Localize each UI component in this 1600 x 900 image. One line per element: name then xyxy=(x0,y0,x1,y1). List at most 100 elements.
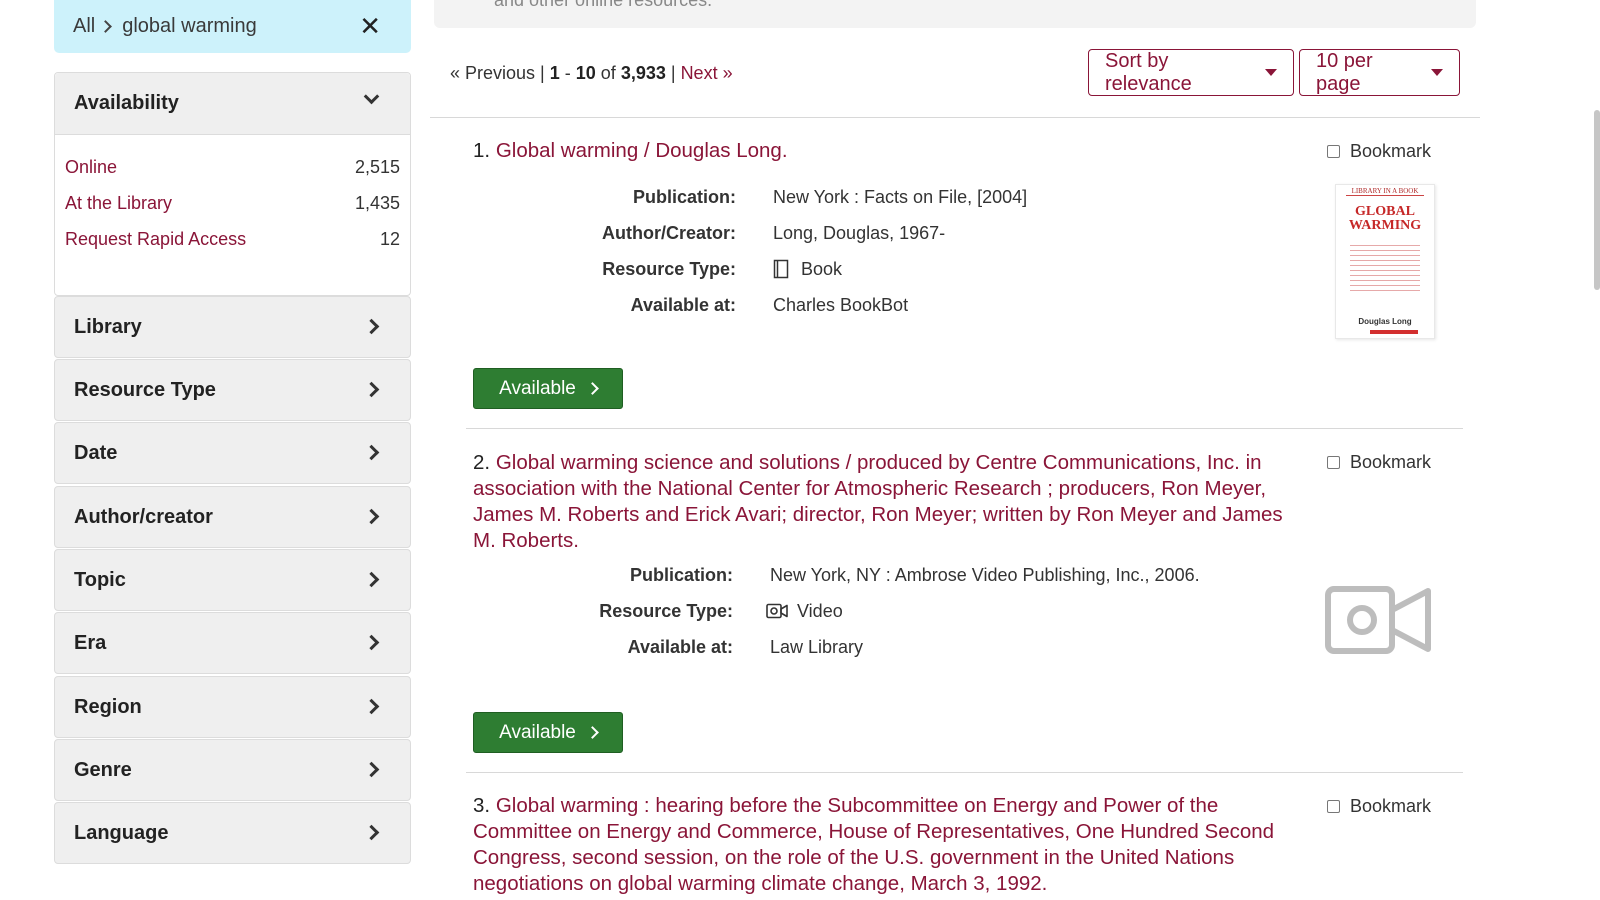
facet-label: Resource Type xyxy=(74,378,216,401)
facet-author-creator[interactable]: Author/creator xyxy=(54,486,411,548)
meta-value: Long, Douglas, 1967- xyxy=(773,222,946,243)
facet-header-library[interactable]: Library xyxy=(55,297,410,357)
facet-label: Library xyxy=(74,315,142,338)
availability-rapid-access-link[interactable]: Request Rapid Access xyxy=(65,229,246,250)
breadcrumb-query: global warming xyxy=(122,15,257,37)
caret-down-icon xyxy=(1431,69,1443,76)
facet-header-era[interactable]: Era xyxy=(55,613,410,673)
result-title: 3. Global warming : hearing before the S… xyxy=(473,793,1295,897)
chevron-right-icon xyxy=(363,824,380,841)
availability-option: Online 2,515 xyxy=(65,149,400,185)
facet-availability: Availability Online 2,515 At the Library… xyxy=(54,72,411,296)
facet-header-resource-type[interactable]: Resource Type xyxy=(55,360,410,420)
availability-online-link[interactable]: Online xyxy=(65,157,117,178)
chevron-right-icon xyxy=(586,382,599,395)
facet-label: Date xyxy=(74,441,118,464)
breadcrumb-root[interactable]: All xyxy=(73,15,95,38)
next-link[interactable]: Next » xyxy=(681,63,733,83)
per-page-dropdown[interactable]: 10 per page xyxy=(1299,49,1460,96)
result-metadata: Publication: New York : Facts on File, [2… xyxy=(560,179,1027,323)
pagination: « Previous | 1 - 10 of 3,933 | Next » xyxy=(450,63,733,83)
availability-count: 2,515 xyxy=(354,156,400,177)
result-title: 2. Global warming science and solutions … xyxy=(473,450,1295,554)
bookmark-checkbox[interactable] xyxy=(1327,800,1340,813)
facet-label: Era xyxy=(74,631,107,654)
total-count: 3,933 xyxy=(620,63,666,83)
availability-option: Request Rapid Access 12 xyxy=(65,221,400,257)
facet-header-language[interactable]: Language xyxy=(55,803,410,863)
bookmark-toggle[interactable]: Bookmark xyxy=(1327,141,1431,162)
cover-series: LIBRARY IN A BOOK xyxy=(1346,187,1424,196)
meta-value: Book xyxy=(801,258,843,279)
bookmark-checkbox[interactable] xyxy=(1327,145,1340,158)
bookmark-label: Bookmark xyxy=(1350,141,1432,161)
facet-date[interactable]: Date xyxy=(54,422,411,484)
result-title-link[interactable]: Global warming / Douglas Long. xyxy=(496,139,788,162)
meta-label: Available at: xyxy=(627,636,733,657)
chevron-right-icon xyxy=(363,508,380,525)
facet-label: Genre xyxy=(74,758,132,781)
result-number: 3. xyxy=(473,794,491,817)
result-metadata: Publication: New York, NY : Ambrose Video… xyxy=(560,557,1200,665)
meta-label: Publication: xyxy=(630,564,733,585)
availability-library-link[interactable]: At the Library xyxy=(65,193,172,214)
facet-header-topic[interactable]: Topic xyxy=(55,550,410,610)
meta-label: Resource Type: xyxy=(602,258,736,279)
sort-dropdown[interactable]: Sort by relevance xyxy=(1088,49,1294,96)
facet-region[interactable]: Region xyxy=(54,676,411,738)
of-label: of xyxy=(600,63,616,83)
range-end: 10 xyxy=(575,63,596,83)
chevron-right-icon xyxy=(99,20,113,33)
facet-resource-type[interactable]: Resource Type xyxy=(54,359,411,421)
availability-count: 12 xyxy=(379,228,400,249)
available-label: Available xyxy=(499,377,576,399)
bookmark-toggle[interactable]: Bookmark xyxy=(1327,452,1431,473)
book-cover-thumbnail[interactable]: LIBRARY IN A BOOK GLOBAL WARMING Douglas… xyxy=(1335,184,1435,339)
facet-label: Topic xyxy=(74,568,126,591)
facet-topic[interactable]: Topic xyxy=(54,549,411,611)
facet-label: Availability xyxy=(74,92,179,114)
facet-era[interactable]: Era xyxy=(54,612,411,674)
facet-label: Author/creator xyxy=(74,505,213,528)
facet-header-availability[interactable]: Availability xyxy=(55,73,410,135)
meta-value: Charles BookBot xyxy=(773,294,909,315)
result-title-link[interactable]: Global warming science and solutions / p… xyxy=(473,451,1283,552)
chevron-right-icon xyxy=(363,571,380,588)
bookmark-label: Bookmark xyxy=(1350,452,1432,472)
facet-library[interactable]: Library xyxy=(54,296,411,358)
bookmark-checkbox[interactable] xyxy=(1327,456,1340,469)
meta-row: Author/Creator: Long, Douglas, 1967- xyxy=(560,215,1027,251)
meta-row: Publication: New York : Facts on File, [2… xyxy=(560,179,1027,215)
meta-value-wrap: Video xyxy=(766,601,843,622)
facet-language[interactable]: Language xyxy=(54,802,411,864)
cover-title: GLOBAL WARMING xyxy=(1348,204,1422,233)
chevron-right-icon xyxy=(363,698,380,715)
scrollbar-thumb[interactable] xyxy=(1594,110,1600,290)
video-placeholder-icon xyxy=(1325,586,1431,659)
per-page-label: 10 per page xyxy=(1316,49,1373,95)
meta-row: Publication: New York, NY : Ambrose Video… xyxy=(560,557,1200,593)
meta-label: Resource Type: xyxy=(599,600,733,621)
facet-header-date[interactable]: Date xyxy=(55,423,410,483)
meta-row: Available at: Charles BookBot xyxy=(560,287,1027,323)
facet-label: Language xyxy=(74,821,169,844)
chevron-right-icon xyxy=(363,381,380,398)
bookmark-toggle[interactable]: Bookmark xyxy=(1327,796,1431,817)
meta-value: Video xyxy=(797,600,843,621)
facet-genre[interactable]: Genre xyxy=(54,739,411,801)
available-button[interactable]: Available xyxy=(473,712,623,753)
close-icon[interactable]: ✕ xyxy=(359,11,381,42)
meta-value: New York, NY : Ambrose Video Publishing,… xyxy=(770,564,1200,585)
facet-header-author-creator[interactable]: Author/creator xyxy=(55,487,410,547)
result-title-link[interactable]: Global warming : hearing before the Subc… xyxy=(473,794,1274,895)
facet-header-region[interactable]: Region xyxy=(55,677,410,737)
divider xyxy=(466,772,1463,773)
meta-label: Author/Creator: xyxy=(602,222,736,243)
sort-label: Sort by relevance xyxy=(1105,49,1192,95)
facet-header-genre[interactable]: Genre xyxy=(55,740,410,800)
availability-option: At the Library 1,435 xyxy=(65,185,400,221)
result-title: 1. Global warming / Douglas Long. xyxy=(473,138,1295,164)
chevron-right-icon xyxy=(586,726,599,739)
video-icon xyxy=(766,603,788,619)
available-button[interactable]: Available xyxy=(473,368,623,409)
